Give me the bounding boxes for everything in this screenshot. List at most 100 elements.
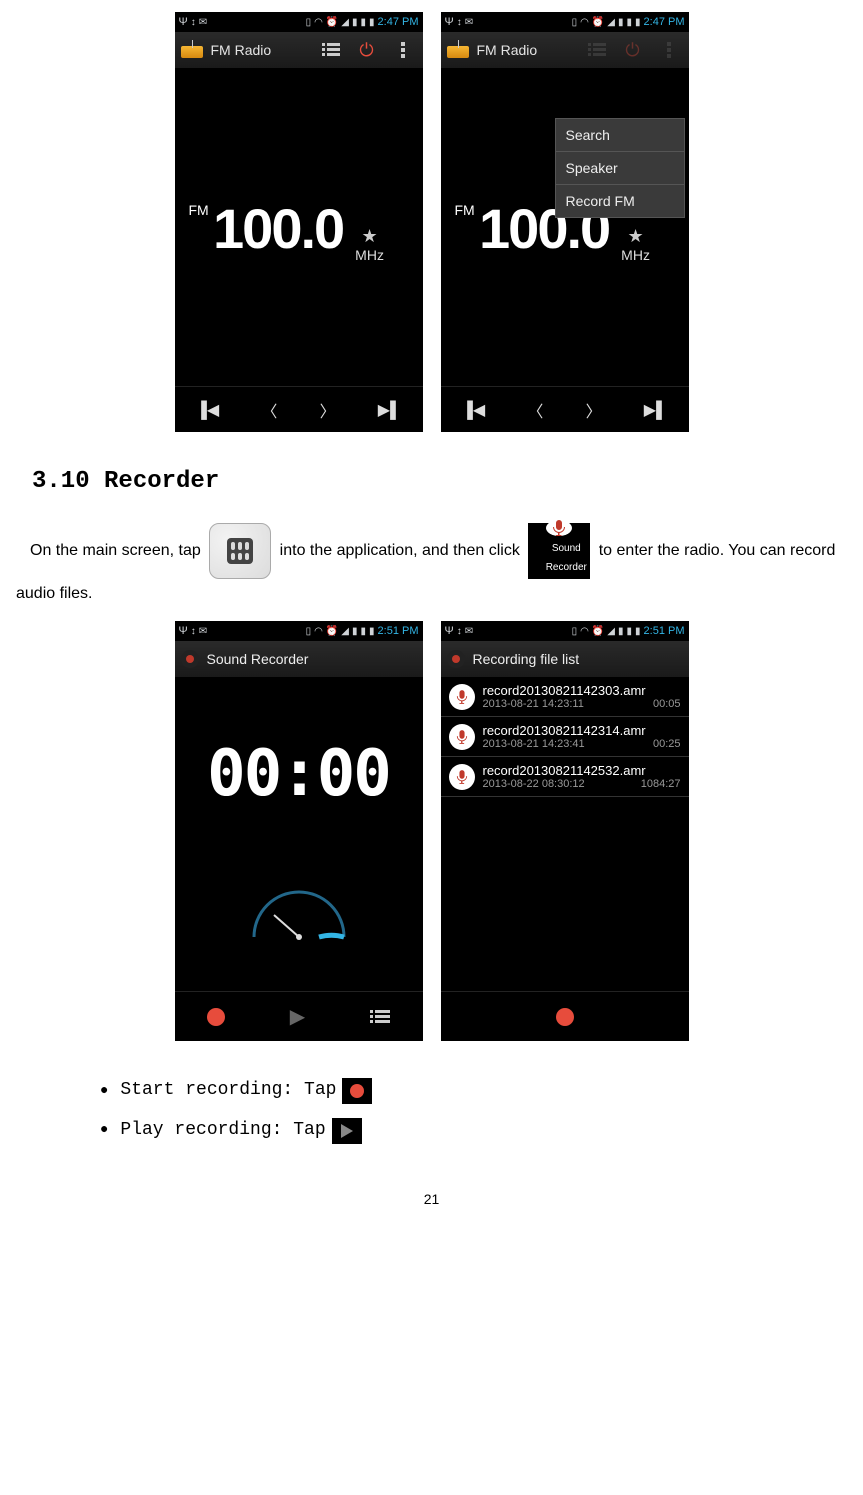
favorite-star-icon[interactable]: ★: [361, 226, 377, 247]
menu-item-recordfm[interactable]: Record FM: [556, 185, 684, 217]
recorder-icon-label-2: Recorder: [532, 558, 587, 577]
app-drawer-icon: [209, 523, 271, 579]
tune-down-button[interactable]: 〈: [527, 398, 543, 422]
clock: 2:47 PM: [378, 16, 419, 28]
headset-icon: ◠: [314, 626, 323, 637]
record-button[interactable]: [556, 1008, 574, 1026]
file-list-body: record20130821142303.amr 2013-08-21 14:2…: [441, 677, 689, 991]
recorder-header: Sound Recorder: [175, 641, 423, 677]
tune-down-button[interactable]: 〈: [261, 398, 277, 422]
list-item[interactable]: record20130821142303.amr 2013-08-21 14:2…: [441, 677, 689, 717]
prev-station-button[interactable]: ▐◀: [196, 400, 220, 420]
fm-title: FM Radio: [211, 42, 272, 58]
section-heading: 3.10 Recorder: [32, 468, 853, 495]
recorder-screenshots: Ψ ↕ ✉ ▯ ◠ ⏰ ◢ ▮ ▮ ▮ 2:51 PM Sound Record…: [10, 621, 853, 1041]
signal-icon: ▮: [618, 626, 624, 637]
overflow-menu-button[interactable]: [655, 42, 683, 58]
overflow-menu-button[interactable]: [389, 42, 417, 58]
fm-controls: ▐◀ 〈 〉 ▶▌: [175, 386, 423, 432]
alarm-icon: ⏰: [326, 626, 338, 637]
list-item[interactable]: record20130821142532.amr 2013-08-22 08:3…: [441, 757, 689, 797]
wifi-icon: ◢: [341, 17, 349, 28]
usb-icon: Ψ: [445, 625, 454, 637]
tune-up-button[interactable]: 〉: [320, 398, 336, 422]
bullet-play-recording: Play recording: Tap: [100, 1111, 853, 1151]
next-station-button[interactable]: ▶▌: [644, 400, 668, 420]
battery-icon: ▮: [635, 626, 641, 637]
frequency-unit: MHz: [621, 247, 650, 263]
mail-icon: ✉: [465, 626, 473, 637]
mail-icon: ✉: [199, 626, 207, 637]
tune-up-button[interactable]: 〉: [586, 398, 602, 422]
instruction-bullets: Start recording: Tap Play recording: Tap: [100, 1071, 853, 1150]
file-name: record20130821142303.amr: [483, 683, 681, 698]
file-name: record20130821142532.amr: [483, 763, 681, 778]
record-button[interactable]: [207, 1008, 225, 1026]
fm-app-header: FM Radio ⏻: [175, 32, 423, 68]
menu-item-search[interactable]: Search: [556, 119, 684, 152]
file-list-footer: [441, 991, 689, 1041]
next-station-button[interactable]: ▶▌: [378, 400, 402, 420]
fm-body: Search Speaker Record FM FM 100.0 ★ MHz: [441, 68, 689, 386]
recorder-time: 00:00: [175, 737, 423, 811]
battery-icon: ▮: [369, 17, 375, 28]
fm-phone-left: Ψ ↕ ✉ ▯ ◠ ⏰ ◢ ▮ ▮ ▮ 2:47 PM FM Radio: [175, 12, 423, 432]
mail-icon: ✉: [465, 17, 473, 28]
fm-phone-right: Ψ ↕ ✉ ▯ ◠ ⏰ ◢ ▮ ▮ ▮ 2:47 PM FM Radio: [441, 12, 689, 432]
sync-icon: ↕: [191, 17, 196, 28]
signal2-icon: ▮: [627, 17, 633, 28]
wifi-icon: ◢: [341, 626, 349, 637]
bluetooth-icon: ▯: [306, 626, 312, 637]
fm-title: FM Radio: [477, 42, 538, 58]
file-date: 2013-08-21 14:23:41: [483, 738, 585, 750]
page-number: 21: [10, 1191, 853, 1207]
headset-icon: ◠: [580, 17, 589, 28]
wifi-icon: ◢: [607, 626, 615, 637]
menu-item-speaker[interactable]: Speaker: [556, 152, 684, 185]
play-button-icon: [332, 1118, 362, 1144]
signal-icon: ▮: [352, 626, 358, 637]
clock: 2:51 PM: [644, 625, 685, 637]
recorder-title: Sound Recorder: [207, 651, 309, 667]
fm-body: FM 100.0 ★ MHz: [175, 68, 423, 386]
power-button[interactable]: ⏻: [353, 41, 381, 59]
play-button[interactable]: ▶: [290, 1004, 305, 1029]
signal-icon: ▮: [352, 17, 358, 28]
prev-station-button[interactable]: ▐◀: [462, 400, 486, 420]
file-date: 2013-08-21 14:23:11: [483, 698, 584, 710]
alarm-icon: ⏰: [592, 17, 604, 28]
bluetooth-icon: ▯: [306, 17, 312, 28]
list-item[interactable]: record20130821142314.amr 2013-08-21 14:2…: [441, 717, 689, 757]
mic-icon: [449, 764, 475, 790]
file-duration: 00:25: [653, 738, 681, 750]
headset-icon: ◠: [580, 626, 589, 637]
wifi-icon: ◢: [607, 17, 615, 28]
bullet-start-recording: Start recording: Tap: [100, 1071, 853, 1111]
file-list-header: Recording file list: [441, 641, 689, 677]
headset-icon: ◠: [314, 17, 323, 28]
fm-band-label: FM: [189, 202, 209, 218]
file-name: record20130821142314.amr: [483, 723, 681, 738]
signal2-icon: ▮: [361, 17, 367, 28]
clock: 2:47 PM: [644, 16, 685, 28]
fm-controls: ▐◀ 〈 〉 ▶▌: [441, 386, 689, 432]
recorder-controls: ▶: [175, 991, 423, 1041]
intro-paragraph: On the main screen, tap into the applica…: [16, 523, 847, 609]
para-text-1: On the main screen, tap: [30, 542, 201, 559]
battery-icon: ▮: [369, 626, 375, 637]
clock: 2:51 PM: [378, 625, 419, 637]
favorite-star-icon[interactable]: ★: [627, 226, 643, 247]
recorder-icon-label-1: Sound: [538, 539, 581, 558]
playlist-button[interactable]: [583, 43, 611, 57]
alarm-icon: ⏰: [326, 17, 338, 28]
fm-app-header: FM Radio ⏻: [441, 32, 689, 68]
power-button[interactable]: ⏻: [619, 41, 647, 59]
recordings-list-button[interactable]: [370, 1010, 390, 1024]
recorder-header-icon: [447, 650, 465, 668]
playlist-button[interactable]: [317, 43, 345, 57]
sync-icon: ↕: [191, 626, 196, 637]
sync-icon: ↕: [457, 17, 462, 28]
sync-icon: ↕: [457, 626, 462, 637]
alarm-icon: ⏰: [592, 626, 604, 637]
mic-icon: [449, 684, 475, 710]
